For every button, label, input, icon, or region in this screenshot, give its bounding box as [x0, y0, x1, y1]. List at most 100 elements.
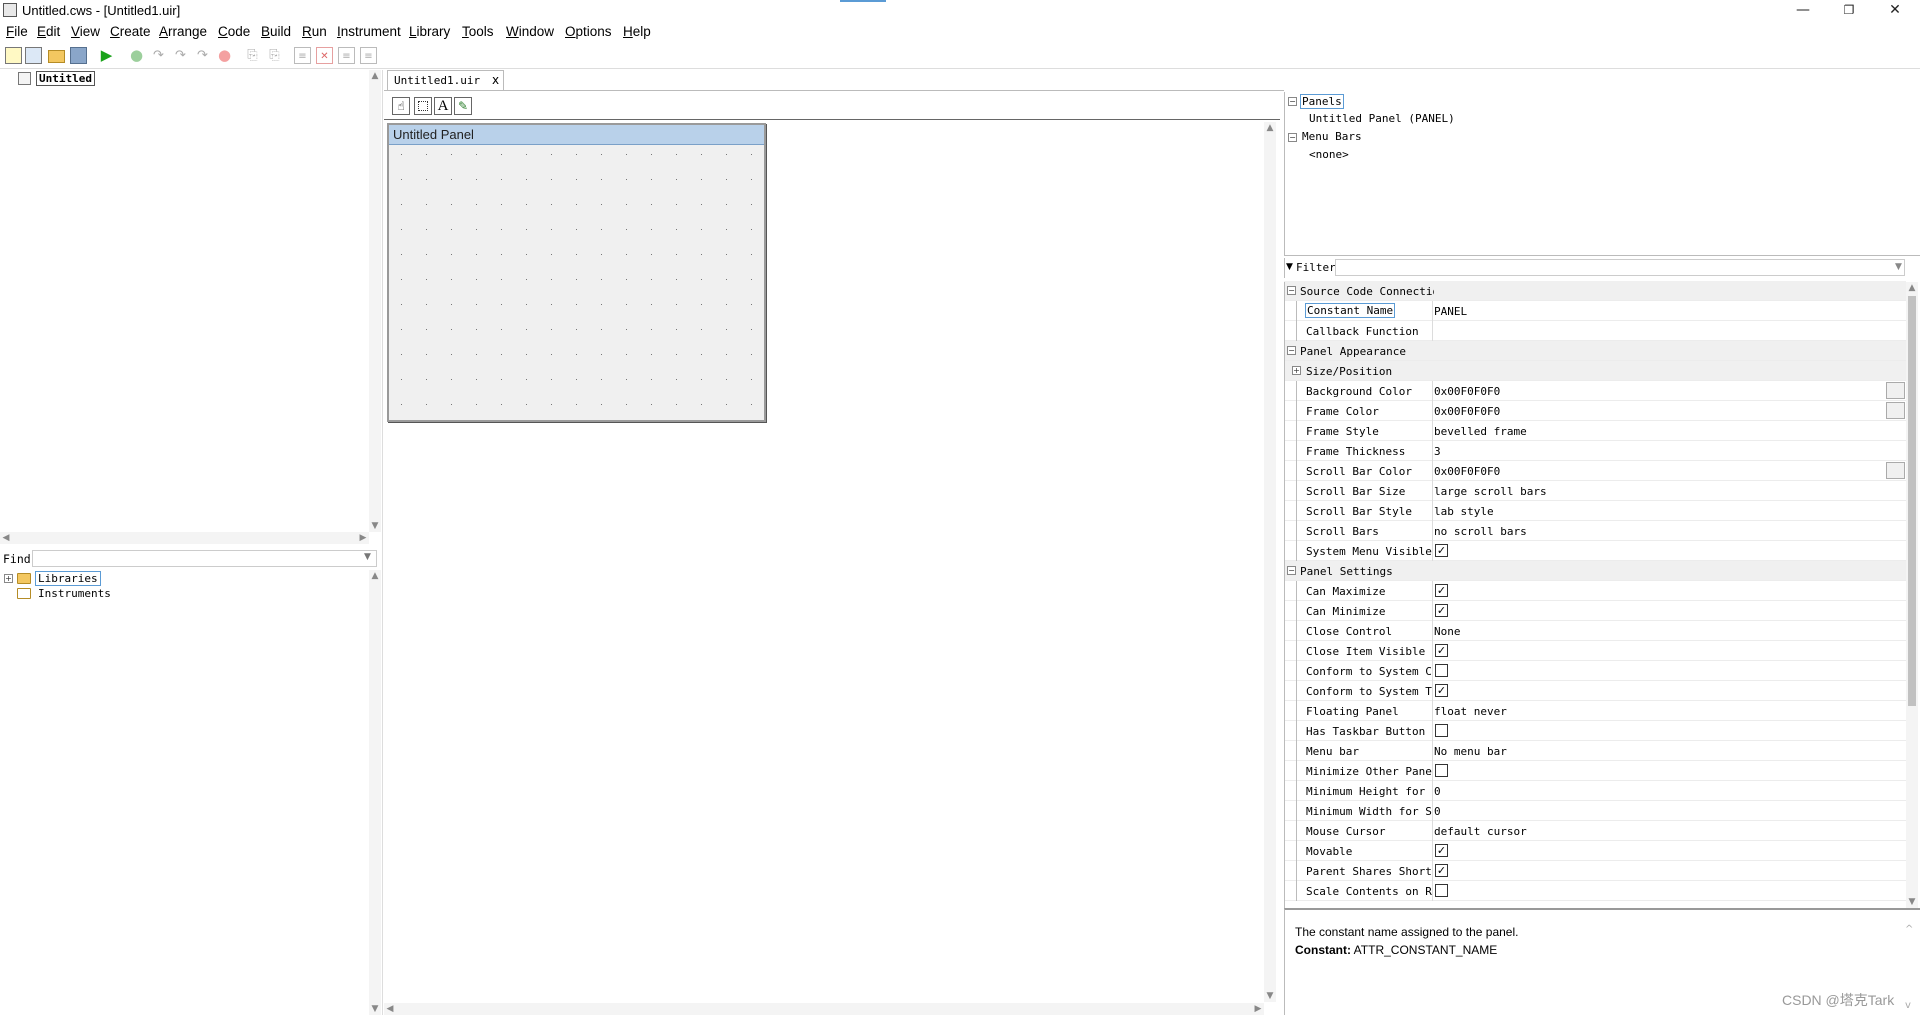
scroll-right-icon[interactable]: ▶	[357, 532, 369, 544]
color-swatch[interactable]	[1886, 462, 1905, 479]
property-value[interactable]: 0	[1434, 805, 1441, 818]
property-row[interactable]: Callback Function	[1284, 321, 1906, 341]
collapse-icon[interactable]: −	[1287, 346, 1296, 355]
property-row[interactable]: Close Control None	[1284, 621, 1906, 641]
property-row[interactable]: System Menu Visible ✓	[1284, 541, 1906, 561]
scroll-left-icon[interactable]: ◀	[384, 1003, 396, 1015]
property-row[interactable]: + Size/Position	[1284, 361, 1906, 381]
property-row[interactable]: Movable ✓	[1284, 841, 1906, 861]
step-over-icon[interactable]: ↷	[172, 47, 189, 64]
help-scroll-up-icon[interactable]: ^	[1905, 924, 1913, 935]
minimize-button[interactable]: —	[1780, 0, 1826, 22]
menu-create[interactable]: Create	[110, 24, 151, 39]
property-value[interactable]: lab style	[1434, 505, 1494, 518]
outline-panels[interactable]: Panels	[1300, 94, 1344, 109]
scroll-up-icon[interactable]: ▲	[369, 70, 381, 82]
property-row[interactable]: Frame Thickness 3	[1284, 441, 1906, 461]
doc-icon-4[interactable]: ≡	[360, 47, 377, 64]
menu-view[interactable]: View	[71, 24, 100, 39]
property-value[interactable]: float never	[1434, 705, 1507, 718]
collapse-panels-icon[interactable]: −	[1288, 97, 1297, 106]
property-checkbox[interactable]	[1435, 664, 1448, 677]
menu-library[interactable]: Library	[409, 24, 450, 39]
property-checkbox[interactable]: ✓	[1435, 864, 1448, 877]
tree-item-libraries[interactable]: Libraries	[35, 571, 101, 586]
new-project-icon[interactable]	[5, 47, 22, 64]
menu-options[interactable]: Options	[565, 24, 612, 39]
property-row[interactable]: Constant Name PANEL	[1284, 301, 1906, 321]
scroll-up-icon[interactable]: ▲	[1264, 122, 1276, 134]
color-tool-icon[interactable]: ✎	[454, 97, 472, 115]
menu-code[interactable]: Code	[218, 24, 250, 39]
menu-edit[interactable]: Edit	[37, 24, 60, 39]
color-swatch[interactable]	[1886, 382, 1905, 399]
property-checkbox[interactable]: ✓	[1435, 844, 1448, 857]
filter-dropdown-icon[interactable]: ▼	[1895, 262, 1902, 272]
save-icon[interactable]	[70, 47, 87, 64]
property-row[interactable]: − Source Code Connection	[1284, 281, 1906, 301]
collapse-menubars-icon[interactable]: −	[1288, 133, 1297, 142]
scroll-left-icon[interactable]: ◀	[0, 532, 12, 544]
property-row[interactable]: Scroll Bar Style lab style	[1284, 501, 1906, 521]
cut-icon[interactable]: ⎘	[244, 47, 261, 64]
menu-tools[interactable]: Tools	[462, 24, 494, 39]
close-button[interactable]: ✕	[1872, 0, 1918, 22]
label-tool-icon[interactable]: A	[434, 97, 452, 115]
property-row[interactable]: Minimize Other Panels	[1284, 761, 1906, 781]
property-row[interactable]: Mouse Cursor default cursor	[1284, 821, 1906, 841]
property-value[interactable]: 3	[1434, 445, 1441, 458]
property-checkbox[interactable]: ✓	[1435, 544, 1448, 557]
tab-untitled1-uir[interactable]: Untitled1.uir x	[387, 70, 504, 90]
property-row[interactable]: Scroll Bars no scroll bars	[1284, 521, 1906, 541]
select-tool-icon[interactable]	[414, 97, 432, 115]
filter-toggle-icon[interactable]: ▼	[1286, 262, 1293, 272]
property-row[interactable]: Parent Shares Shortcut Keys✓	[1284, 861, 1906, 881]
property-value[interactable]: bevelled frame	[1434, 425, 1527, 438]
property-row[interactable]: Has Taskbar Button	[1284, 721, 1906, 741]
step-into-icon[interactable]: ↷	[150, 47, 167, 64]
expand-libraries-icon[interactable]: +	[4, 574, 13, 583]
property-value[interactable]: None	[1434, 625, 1461, 638]
find-dropdown-icon[interactable]: ▼	[364, 552, 371, 562]
outline-panel-item[interactable]: Untitled Panel (PANEL)	[1309, 112, 1455, 125]
restore-button[interactable]: ❐	[1826, 0, 1872, 22]
property-row[interactable]: Can Maximize ✓	[1284, 581, 1906, 601]
scroll-down-icon[interactable]: ▼	[369, 520, 381, 532]
collapse-icon[interactable]: −	[1287, 566, 1296, 575]
library-vscroll[interactable]: ▲ ▼	[369, 570, 381, 1015]
property-value[interactable]: large scroll bars	[1434, 485, 1547, 498]
property-row[interactable]: Frame Style bevelled frame	[1284, 421, 1906, 441]
property-row[interactable]: − Panel Appearance	[1284, 341, 1906, 361]
project-root-item[interactable]: Untitled	[36, 71, 95, 86]
menu-run[interactable]: Run	[302, 24, 327, 39]
menu-window[interactable]: Window	[506, 24, 554, 39]
doc-icon-1[interactable]: ≡	[294, 47, 311, 64]
property-checkbox[interactable]: ✓	[1435, 584, 1448, 597]
property-row[interactable]: Conform to System Colors	[1284, 661, 1906, 681]
property-row[interactable]: Scroll Bar Size large scroll bars	[1284, 481, 1906, 501]
color-swatch[interactable]	[1886, 402, 1905, 419]
property-row[interactable]: Scroll Bar Color 0x00F0F0F0	[1284, 461, 1906, 481]
menu-arrange[interactable]: Arrange	[159, 24, 207, 39]
property-value[interactable]: default cursor	[1434, 825, 1527, 838]
property-row[interactable]: Scale Contents on Resize	[1284, 881, 1906, 901]
property-row[interactable]: Conform to System Theme✓	[1284, 681, 1906, 701]
property-checkbox[interactable]: ✓	[1435, 644, 1448, 657]
property-row[interactable]: Minimum Height for Scaling0	[1284, 781, 1906, 801]
property-value[interactable]: No menu bar	[1434, 745, 1507, 758]
property-row[interactable]: Floating Panel float never	[1284, 701, 1906, 721]
scroll-down-icon[interactable]: ▼	[369, 1003, 381, 1015]
property-checkbox[interactable]: ✓	[1435, 604, 1448, 617]
menu-help[interactable]: Help	[623, 24, 651, 39]
property-row[interactable]: Menu bar No menu bar	[1284, 741, 1906, 761]
editor-vscroll[interactable]: ▲ ▼	[1264, 122, 1276, 1002]
scroll-down-icon[interactable]: ▼	[1906, 896, 1918, 908]
doc-icon-2[interactable]: ✕	[316, 47, 333, 64]
panel-grid[interactable]	[389, 146, 764, 420]
collapse-icon[interactable]: −	[1287, 286, 1296, 295]
property-checkbox[interactable]	[1435, 764, 1448, 777]
open-folder-icon[interactable]	[48, 50, 65, 63]
panel-title-bar[interactable]: Untitled Panel	[389, 125, 764, 145]
outline-menubars[interactable]: Menu Bars	[1302, 130, 1362, 143]
property-value[interactable]: 0x00F0F0F0	[1434, 405, 1500, 418]
